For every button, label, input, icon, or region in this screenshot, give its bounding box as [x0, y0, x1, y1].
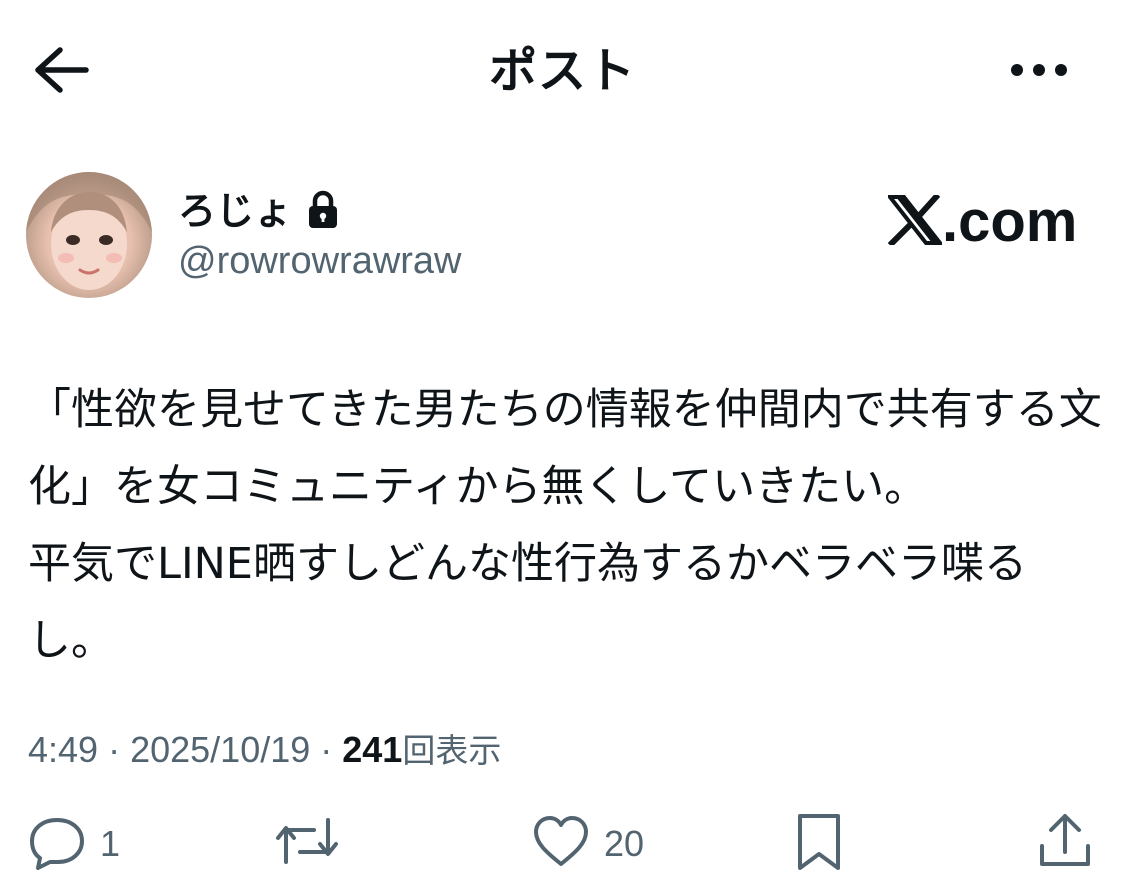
lock-icon [309, 190, 337, 228]
tweet-author: ろじょ @rowrowrawraw .com [0, 170, 1125, 300]
views-count: 241 [342, 729, 403, 770]
like-count: 20 [604, 823, 645, 864]
views-label: 回表示 [402, 731, 502, 770]
meta-separator: · [98, 729, 131, 770]
user-handle[interactable]: @rowrowrawraw [178, 236, 462, 286]
reply-count: 1 [100, 823, 121, 864]
page-title: ポスト [488, 43, 636, 99]
repost-icon [276, 818, 338, 864]
share-button[interactable] [1036, 812, 1096, 872]
display-name[interactable]: ろじょ [178, 186, 292, 236]
avatar[interactable] [26, 172, 152, 298]
bookmark-icon [798, 814, 840, 870]
meta-separator: · [310, 729, 343, 770]
reply-icon [30, 818, 84, 870]
repost-button[interactable] [272, 812, 412, 872]
watermark-text: .com [942, 189, 1078, 254]
tweet-time[interactable]: 4:49 [28, 729, 98, 770]
bookmark-button[interactable] [790, 812, 850, 872]
tweet-date[interactable]: 2025/10/19 [130, 729, 310, 770]
tweet-actions-bar: 1 20 [0, 812, 1125, 872]
avatar-photo [26, 172, 152, 290]
heart-icon [534, 816, 588, 866]
tweet-text: 「性欲を見せてきた男たちの情報を仲間内で共有する文化」を女コミュニティから無くし… [28, 385, 1102, 666]
reply-button[interactable]: 1 [28, 812, 168, 872]
top-nav-bar: ポスト [0, 0, 1125, 140]
more-horizontal-icon [1011, 64, 1067, 76]
tweet-meta: 4:49 · 2025/10/19 · 241回表示 [28, 724, 501, 777]
x-logo-icon [885, 192, 945, 248]
more-options-button[interactable] [1006, 54, 1072, 86]
like-button[interactable]: 20 [532, 812, 692, 872]
share-icon [1040, 814, 1090, 866]
xcom-watermark: .com [885, 189, 1078, 254]
